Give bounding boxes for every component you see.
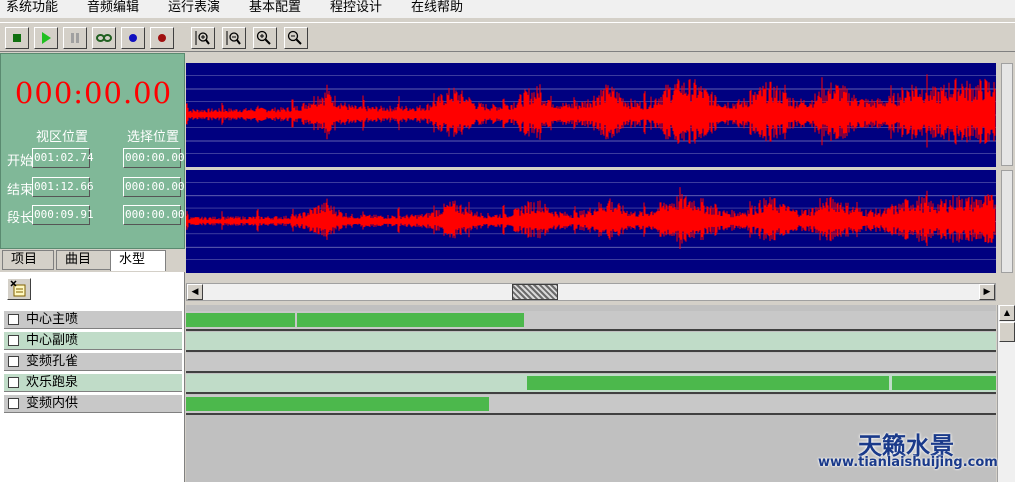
select-start-field[interactable]: 000:00.00 <box>123 148 185 168</box>
zoom-fit-vertical-button[interactable] <box>191 27 215 49</box>
waveform-graph <box>185 74 996 260</box>
channel-separator <box>186 167 996 170</box>
list-item[interactable]: 中心主喷 <box>4 311 182 329</box>
tab-bar: 项目 曲目 水型 <box>0 250 185 271</box>
stop-icon <box>13 34 21 42</box>
track-checkbox[interactable] <box>8 356 19 367</box>
track-label: 中心副喷 <box>26 333 79 348</box>
play-icon <box>42 32 51 44</box>
track-label: 欢乐跑泉 <box>26 375 79 390</box>
water-segment[interactable] <box>527 376 890 390</box>
track-label: 变频内供 <box>26 396 79 411</box>
timeline-track[interactable] <box>186 311 996 331</box>
channel2-vscroll[interactable] <box>1001 170 1013 273</box>
water-segment[interactable] <box>296 313 524 327</box>
scroll-thumb[interactable] <box>512 284 558 300</box>
zoom-in-icon <box>256 30 271 45</box>
track-checkbox[interactable] <box>8 377 19 388</box>
zoom-out-icon <box>287 30 302 45</box>
vscroll-thumb[interactable] <box>999 322 1015 342</box>
view-start-field[interactable]: 001:02.74 <box>32 148 94 168</box>
position-panel: 000:00.00 视区位置 选择位置 开始 001:02.74 000:00.… <box>0 53 185 249</box>
timeline-vscroll[interactable]: ▲ <box>997 305 1015 482</box>
zoom-out-button[interactable] <box>284 27 308 49</box>
timeline-track[interactable] <box>186 353 996 373</box>
channel1-vscroll[interactable] <box>1001 63 1013 166</box>
list-item[interactable]: 欢乐跑泉 <box>4 374 182 392</box>
pause-button[interactable] <box>63 27 87 49</box>
list-item[interactable]: 变频内供 <box>4 395 182 413</box>
select-length-field[interactable]: 000:00.00 <box>123 205 185 225</box>
stop-button[interactable] <box>5 27 29 49</box>
water-pattern-list: 中心主喷 中心副喷 变频孔雀 欢乐跑泉 变频内供 <box>0 272 185 482</box>
tab-water-pattern[interactable]: 水型 <box>110 250 166 271</box>
scroll-up-button[interactable]: ▲ <box>999 305 1015 321</box>
scroll-right-button[interactable]: ▶ <box>979 284 995 300</box>
menu-program-design[interactable]: 程控设计 <box>330 0 382 18</box>
edit-pattern-button[interactable] <box>7 278 31 300</box>
list-item[interactable]: 变频孔雀 <box>4 353 182 371</box>
blue-record-icon <box>129 34 137 42</box>
view-position-header: 视区位置 <box>36 130 89 145</box>
loop-icon <box>96 34 112 42</box>
loop-button[interactable] <box>92 27 116 49</box>
zoom-in-button[interactable] <box>253 27 277 49</box>
menu-run-show[interactable]: 运行表演 <box>168 0 220 18</box>
track-label: 变频孔雀 <box>26 354 79 369</box>
end-label: 结束 <box>7 183 34 198</box>
waveform-channel-1 <box>185 74 996 148</box>
length-label: 段长 <box>7 211 34 226</box>
waveform-view[interactable] <box>185 63 996 273</box>
watermark-url: www.tianlaishuijing.com <box>818 455 998 470</box>
scroll-left-button[interactable]: ◀ <box>187 284 203 300</box>
view-end-field[interactable]: 001:12.66 <box>32 177 94 197</box>
water-segment[interactable] <box>186 397 489 411</box>
timeline-track[interactable] <box>186 395 996 415</box>
time-display: 000:00.00 <box>14 76 173 110</box>
track-checkbox[interactable] <box>8 335 19 346</box>
zoom-fit-v-icon <box>195 31 210 45</box>
water-segment[interactable] <box>891 376 996 390</box>
timeline-track[interactable] <box>186 374 996 394</box>
view-length-field[interactable]: 000:09.91 <box>32 205 94 225</box>
track-checkbox[interactable] <box>8 314 19 325</box>
waveform-channel-2 <box>185 187 996 249</box>
select-end-field[interactable]: 000:00.00 <box>123 177 185 197</box>
start-label: 开始 <box>7 154 34 169</box>
menu-system[interactable]: 系统功能 <box>6 0 58 18</box>
blue-record-button[interactable] <box>121 27 145 49</box>
zoom-out-vertical-button[interactable] <box>222 27 246 49</box>
waveform-hscroll[interactable]: ◀ ▶ <box>186 283 996 301</box>
select-position-header: 选择位置 <box>127 130 180 145</box>
tab-tracks[interactable]: 曲目 <box>56 250 111 270</box>
menu-bar: 系统功能 音频编辑 运行表演 基本配置 程控设计 在线帮助 <box>0 0 1015 18</box>
play-button[interactable] <box>34 27 58 49</box>
track-checkbox[interactable] <box>8 398 19 409</box>
track-label: 中心主喷 <box>26 312 79 327</box>
tab-project[interactable]: 项目 <box>2 250 54 270</box>
menu-audio-edit[interactable]: 音频编辑 <box>87 0 139 18</box>
menu-online-help[interactable]: 在线帮助 <box>411 0 463 18</box>
red-record-button[interactable] <box>150 27 174 49</box>
timeline-track[interactable] <box>186 332 996 352</box>
zoom-out-v-icon <box>226 31 241 45</box>
water-segment[interactable] <box>186 313 296 327</box>
pause-icon <box>71 33 79 43</box>
list-item[interactable]: 中心副喷 <box>4 332 182 350</box>
edit-note-icon <box>10 280 26 297</box>
toolbar <box>0 22 1015 52</box>
menu-basic-config[interactable]: 基本配置 <box>249 0 301 18</box>
red-record-icon <box>158 34 166 42</box>
